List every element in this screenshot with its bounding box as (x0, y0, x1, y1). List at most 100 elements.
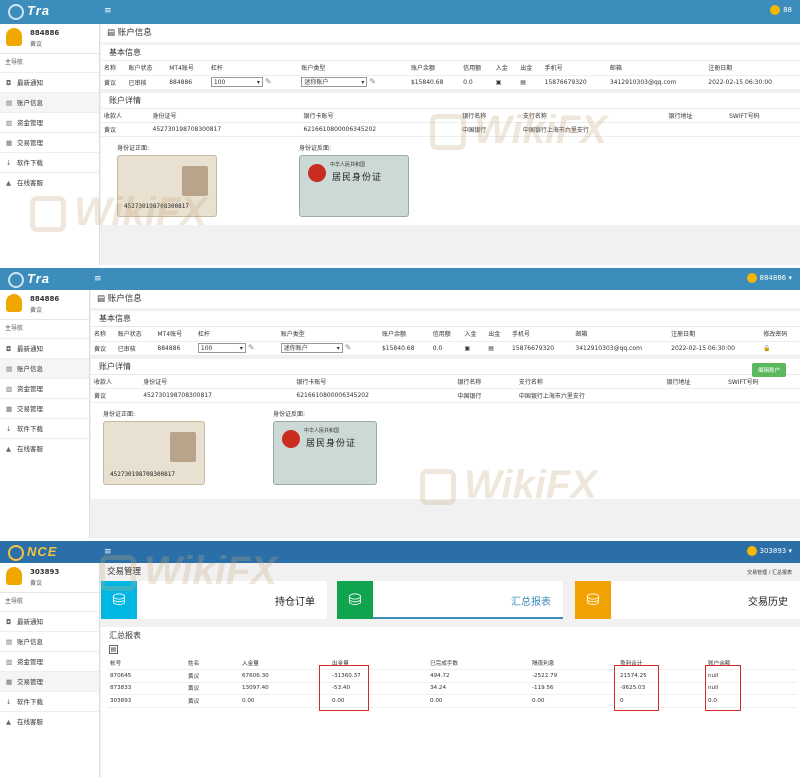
table-row: 黄议 452730198708300817 621661080000634520… (101, 122, 800, 137)
avatar-icon (746, 546, 757, 556)
sidebar-item-trading[interactable]: ▦ 交易管理 (0, 671, 99, 691)
brand-logo[interactable]: NCE (8, 544, 92, 562)
basic-info-table: 名称 账户状态 MT4账号 杠杆 账户类型 账户余额 信用额 入金 出金 手机号… (101, 61, 800, 90)
leverage-select[interactable]: 100 (197, 343, 246, 353)
cell-credit: 0.0 (429, 341, 462, 356)
col-header: 银行地址 (663, 374, 726, 389)
basic-info-table: 名称 账户状态 MT4账号 杠杆 账户类型 账户余额 信用额 入金 出金 手机号… (91, 327, 800, 356)
sidebar-item-trading[interactable]: ▦ 交易管理 (0, 398, 89, 418)
col-header: 银行卡账号 (300, 108, 460, 123)
cell-name: 黄议 (91, 341, 115, 356)
menu-toggle-icon[interactable]: ≡ (104, 547, 112, 557)
brand-logo[interactable]: Tra (8, 271, 92, 289)
sidebar: 884886 黄议 主导航 ◘ 最新通知 ▤ 账户信息 ▥ 资金管理 ▦ 交易管理 ↓ 软… (0, 290, 90, 538)
id-card-icon: ▤ (6, 638, 13, 646)
deposit-icon[interactable]: ▣ (492, 75, 518, 90)
edit-icon[interactable]: ✎ (265, 77, 272, 86)
deposit-icon[interactable]: ▣ (461, 341, 486, 356)
withdraw-icon[interactable]: ▤ (517, 75, 542, 90)
sidebar-item-notices[interactable]: ◘ 最新通知 (0, 338, 89, 358)
lock-icon[interactable]: 🔒 (760, 341, 800, 356)
col-header: 账户类型 (298, 61, 408, 76)
logo-ring-icon (8, 544, 24, 561)
col-header: 姓名 (185, 657, 239, 670)
col-header: 名称 (101, 61, 126, 76)
col-header: 账户状态 (125, 61, 167, 76)
sidebar-item-trading[interactable]: ▦ 交易管理 (0, 132, 99, 152)
sidebar-item-download[interactable]: ↓ 软件下载 (0, 418, 89, 438)
sidebar-item-account[interactable]: ▤ 账户信息 (0, 358, 89, 378)
section-title: 账户详情 (101, 93, 800, 109)
table-row: 870645 黄议 67606.30 -31360.37 494.72 -252… (107, 669, 797, 683)
coins-icon: ⛁ (101, 581, 137, 619)
edit-icon[interactable]: ✎ (345, 343, 352, 352)
tab-trade-history[interactable]: ⛁ 交易历史 (575, 581, 800, 619)
col-header: MT4账号 (166, 61, 208, 76)
col-header: 入金 (492, 61, 518, 76)
id-card-title: 居民身份证 (306, 439, 357, 449)
id-back-label: 身份证反面: (273, 411, 306, 418)
edit-account-button[interactable]: 编辑账户 (751, 362, 786, 377)
cell-mt4: 884886 (166, 75, 208, 90)
avatar (6, 294, 22, 312)
col-header: 杠杆 (207, 61, 299, 76)
money-icon: ▥ (6, 658, 13, 666)
col-header: 收款人 (101, 108, 150, 123)
sidebar-item-funds[interactable]: ▥ 资金管理 (0, 651, 99, 671)
cell-credit: 0.0 (460, 75, 493, 90)
sidebar-item-download[interactable]: ↓ 软件下载 (0, 152, 99, 172)
menu-toggle-icon[interactable]: ≡ (104, 6, 112, 16)
menu-toggle-icon[interactable]: ≡ (94, 274, 102, 284)
id-card-number: 452730198708300817 (124, 203, 190, 210)
cell-reg-date: 2022-02-15 06:30:00 (705, 75, 800, 90)
cell-email: 3412910303@qq.com (572, 341, 669, 356)
section-title: 账户详情 (91, 359, 800, 375)
col-header: 出金 (485, 327, 510, 342)
account-detail-table: 收款人 身份证号 银行卡账号 银行名称 支行名称 银行地址 SWIFT号码 黄议… (101, 108, 800, 137)
sidebar-item-support[interactable]: ▲ 在线客服 (0, 711, 99, 731)
id-card-number: 452730198708300817 (110, 471, 176, 478)
sidebar-item-notices[interactable]: ◘ 最新通知 (0, 611, 99, 631)
section-title: 基本信息 (91, 311, 800, 327)
id-card-front-image: 452730198708300817 (103, 421, 205, 485)
summary-report-section: 汇总报表 ▤ 帐号 姓名 入金量 出金量 已完成手数 隔夜利息 盈利合计 账户余… (101, 627, 800, 777)
user-profile: 884886 黄议 (0, 290, 89, 320)
id-card-icon: ▤ (6, 99, 13, 107)
col-header: 账户余额 (378, 327, 430, 342)
screenshot-panel-3: NCE ≡ 303893 ▾ 303893 黄议 主导航 ◘ 最新通知 ▤ 账户信息… (0, 541, 800, 777)
user-menu[interactable]: 884886 ▾ (746, 273, 792, 283)
table-header-row: 名称 账户状态 MT4账号 杠杆 账户类型 账户余额 信用额 入金 出金 手机号… (101, 61, 800, 76)
logo-ring-icon (8, 271, 24, 288)
user-icon: ▲ (6, 445, 11, 453)
sidebar-item-download[interactable]: ↓ 软件下载 (0, 691, 99, 711)
print-icon[interactable]: ▤ (109, 645, 118, 654)
sidebar-item-support[interactable]: ▲ 在线客服 (0, 438, 89, 458)
tab-open-orders[interactable]: ⛁ 持仓订单 (101, 581, 327, 619)
user-menu[interactable]: 303893 ▾ (746, 546, 792, 556)
col-header: 信用额 (460, 61, 493, 76)
edit-icon[interactable]: ✎ (248, 343, 255, 352)
sidebar-item-funds[interactable]: ▥ 资金管理 (0, 112, 99, 132)
sidebar-item-funds[interactable]: ▥ 资金管理 (0, 378, 89, 398)
account-type-select[interactable]: 迷你账户 (280, 343, 343, 353)
tab-tiles: ⛁ 持仓订单 ⛁ 汇总报表 ⛁ 交易历史 (101, 581, 800, 621)
table-header-row: 名称 账户状态 MT4账号 杠杆 账户类型 账户余额 信用额 入金 出金 手机号… (91, 327, 800, 342)
id-photo (170, 432, 196, 462)
cell-mt4: 884886 (154, 341, 195, 356)
leverage-select[interactable]: 100 (210, 77, 263, 87)
account-type-select[interactable]: 迷你账户 (301, 77, 368, 87)
id-card-country: 中华人民共和国 (304, 428, 340, 434)
edit-icon[interactable]: ✎ (369, 77, 376, 86)
breadcrumb[interactable]: 交易管理 / 汇总报表 (747, 569, 792, 576)
sidebar-item-account[interactable]: ▤ 账户信息 (0, 631, 99, 651)
sidebar-item-support[interactable]: ▲ 在线客服 (0, 172, 99, 192)
user-menu[interactable]: 88 (770, 5, 792, 15)
col-header: 信用额 (429, 327, 462, 342)
user-profile: 303893 黄议 (0, 563, 99, 593)
sidebar-item-account[interactable]: ▤ 账户信息 (0, 92, 99, 112)
tab-summary-report[interactable]: ⛁ 汇总报表 (337, 581, 563, 619)
col-header: SWIFT号码 (726, 108, 800, 123)
brand-logo[interactable]: Tra (8, 3, 92, 21)
withdraw-icon[interactable]: ▤ (485, 341, 510, 356)
sidebar-item-notices[interactable]: ◘ 最新通知 (0, 72, 99, 92)
